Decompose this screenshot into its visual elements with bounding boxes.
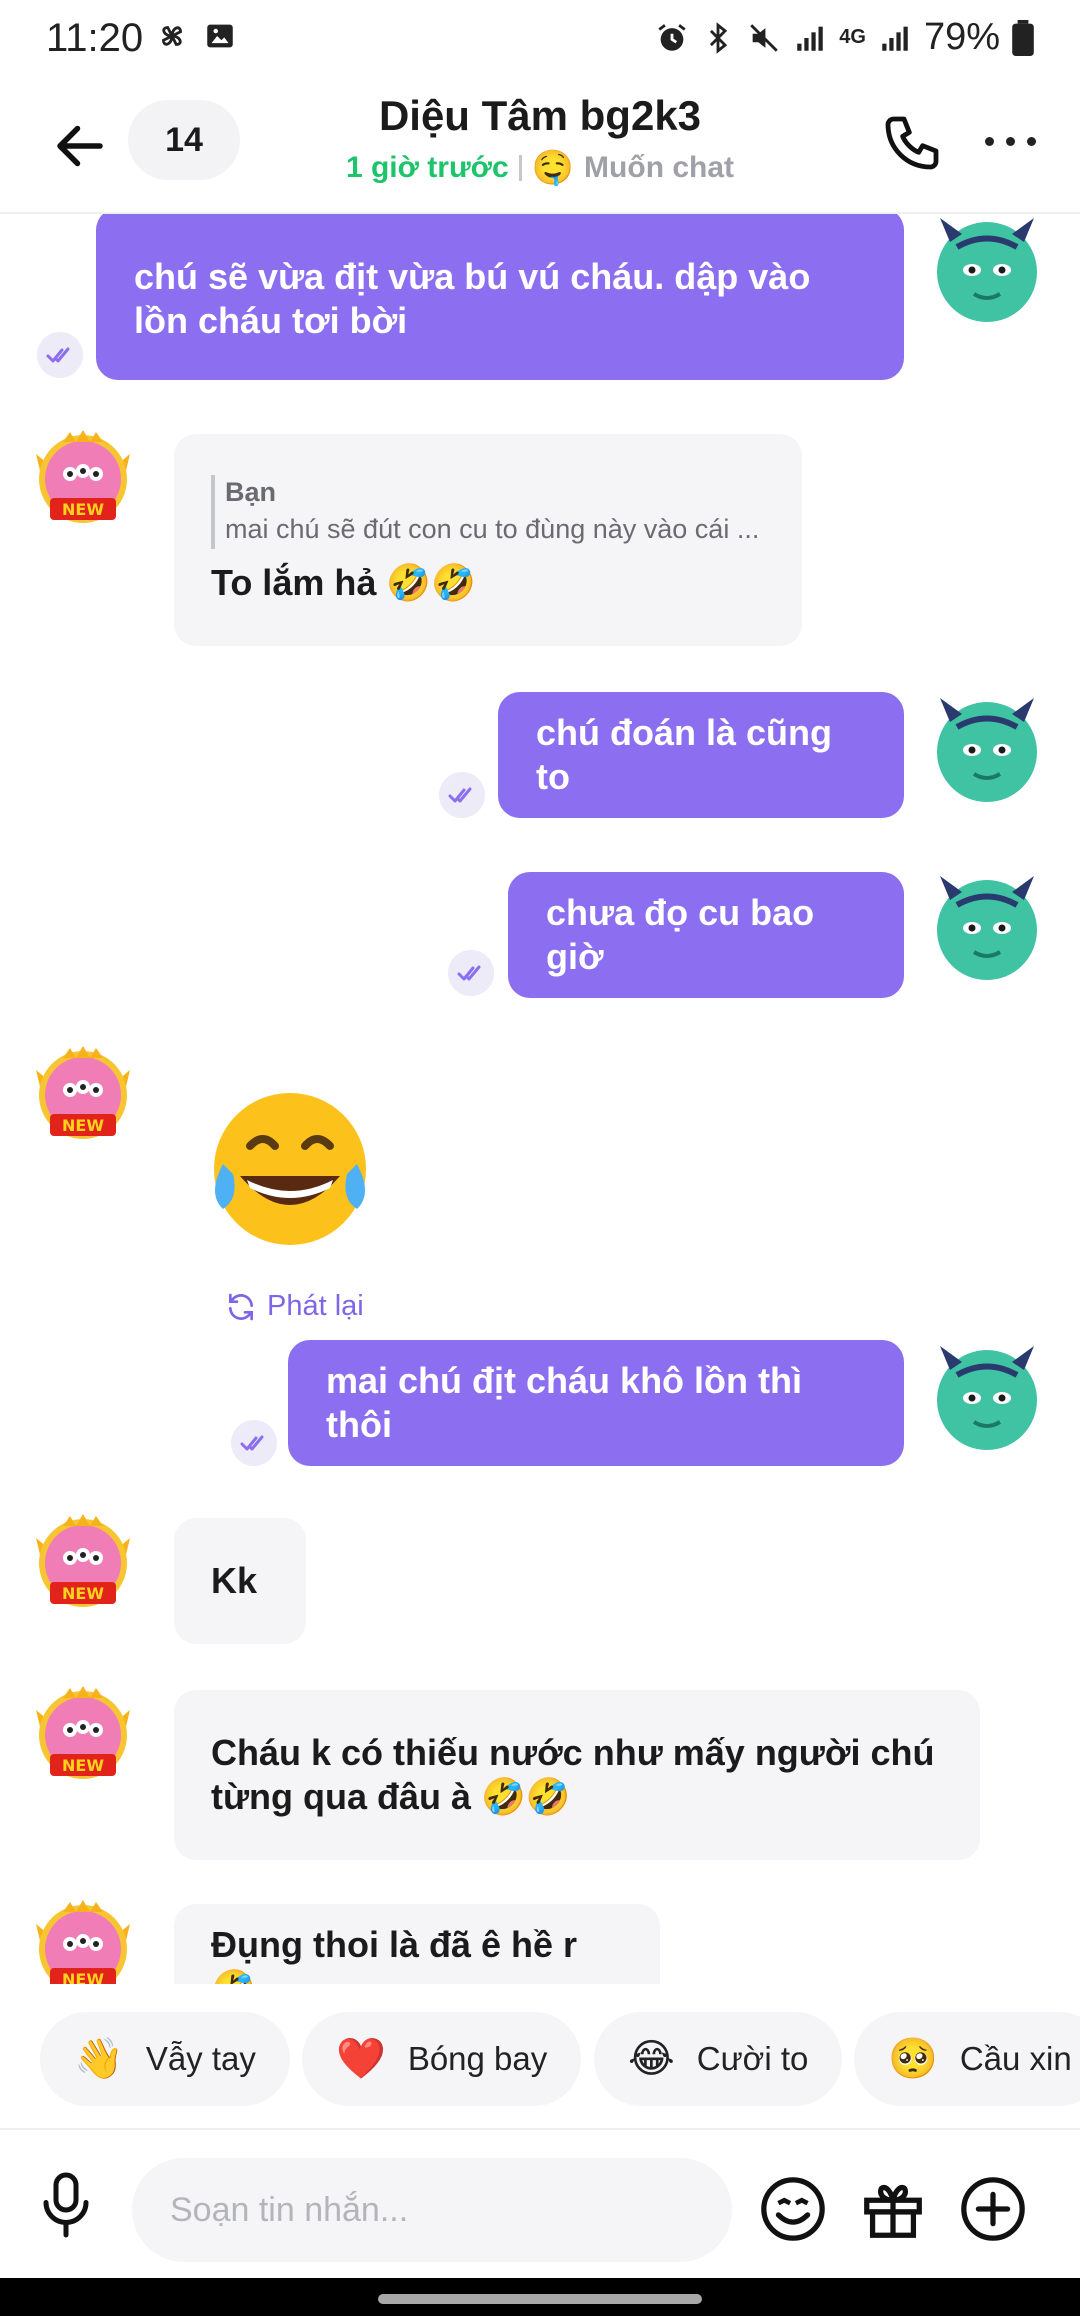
svg-text:NEW: NEW <box>62 1756 104 1775</box>
svg-text:NEW: NEW <box>62 1584 104 1603</box>
monster-avatar-icon[interactable] <box>932 692 1042 802</box>
reply-quote-text: mai chú sẽ đút con cu to đùng này vào cá… <box>225 514 760 544</box>
quick-reply-bar[interactable]: 👋 Vẫy tay ❤️ Bóng bay 😂 Cười to 🥺 Cầu xi… <box>0 2012 1080 2106</box>
mood-text: Muốn chat <box>584 151 735 184</box>
quick-reply-plead[interactable]: 🥺 Cầu xin <box>854 2012 1080 2106</box>
quick-reply-label: Bóng bay <box>407 2040 548 2077</box>
double-check-icon <box>37 332 83 378</box>
status-bar: 11:20 4G 79% <box>0 0 1080 80</box>
network-type: 4G <box>839 26 866 48</box>
bluetooth-icon <box>710 21 728 54</box>
plus-circle-icon[interactable] <box>958 2174 1028 2244</box>
battery-percent: 79% <box>923 16 1000 58</box>
new-user-avatar-icon[interactable]: NEW <box>28 1508 138 1618</box>
waving-hand-icon: 👋 <box>74 2037 124 2081</box>
message-text: To lắm hả 🤣🤣 <box>211 562 477 603</box>
monster-avatar-icon[interactable] <box>932 214 1042 322</box>
double-check-icon <box>231 1420 277 1466</box>
message-list[interactable]: chú sẽ vừa địt vừa bú vú cháu. dập vào l… <box>0 214 1080 1984</box>
message-text: Kk <box>211 1560 258 1601</box>
quick-reply-laugh[interactable]: 😂 Cười to <box>594 2012 843 2106</box>
signal-icon <box>797 26 823 51</box>
new-user-avatar-icon[interactable]: NEW <box>28 1040 138 1150</box>
replay-button[interactable]: Phát lại <box>225 1290 364 1323</box>
refresh-icon <box>229 1293 253 1320</box>
double-check-icon <box>439 772 485 818</box>
laughing-emoji-icon: 😂 <box>628 2037 675 2081</box>
message-bubble-incoming[interactable]: Kk <box>174 1518 306 1644</box>
quick-reply-label: Cười to <box>696 2040 809 2077</box>
laughing-tears-emoji-icon[interactable] <box>205 1084 375 1254</box>
new-user-avatar-icon[interactable]: NEW <box>28 1680 138 1790</box>
replay-label: Phát lại <box>267 1290 364 1322</box>
dot <box>985 136 994 146</box>
more-options-button[interactable] <box>985 126 1045 156</box>
battery-icon <box>1012 19 1034 56</box>
svg-text:NEW: NEW <box>62 1970 104 1984</box>
double-check-icon <box>448 950 494 996</box>
message-composer <box>0 2128 1080 2278</box>
status-time: 11:20 <box>46 16 144 60</box>
message-text: mai chú địt cháu khô lồn thì thôi <box>326 1360 803 1445</box>
smile-icon[interactable] <box>758 2174 828 2244</box>
pinwheel-icon <box>162 26 182 46</box>
mood-emoji: 🤤 <box>531 149 575 187</box>
message-text: chú đoán là cũng to <box>536 712 833 797</box>
dot <box>1027 136 1036 146</box>
phone-icon[interactable] <box>880 108 944 178</box>
message-bubble-outgoing[interactable]: chú đoán là cũng to <box>498 692 904 818</box>
quick-reply-balloon[interactable]: ❤️ Bóng bay <box>302 2012 582 2106</box>
quick-reply-label: Vẫy tay <box>145 2040 256 2077</box>
message-text: Cháu k có thiếu nước như mấy người chú t… <box>211 1732 935 1817</box>
quick-reply-wave[interactable]: 👋 Vẫy tay <box>40 2012 290 2106</box>
signal-icon <box>882 26 908 51</box>
microphone-icon[interactable] <box>36 2170 96 2240</box>
back-arrow-icon[interactable] <box>50 116 110 176</box>
pleading-face-icon: 🥺 <box>888 2037 938 2081</box>
dot <box>1006 136 1015 146</box>
monster-avatar-icon[interactable] <box>932 870 1042 980</box>
contact-info[interactable]: Diệu Tâm bg2k3 1 giờ trước 🤤 Muốn chat <box>260 92 820 188</box>
divider <box>518 155 522 181</box>
new-user-avatar-icon[interactable]: NEW <box>28 1894 138 1984</box>
message-input[interactable] <box>132 2158 732 2262</box>
message-text: Đụng thoi là đã ê hề r 🤣 <box>211 1924 578 1984</box>
gift-icon[interactable] <box>858 2174 928 2244</box>
quick-reply-label: Cầu xin <box>959 2040 1072 2077</box>
monster-avatar-icon[interactable] <box>932 1340 1042 1450</box>
image-icon <box>207 24 233 48</box>
message-text: chưa đọ cu bao giờ <box>546 892 815 977</box>
message-bubble-incoming[interactable]: Bạn mai chú sẽ đút con cu to đùng này và… <box>174 434 802 646</box>
last-seen: 1 giờ trước <box>345 151 509 184</box>
svg-text:NEW: NEW <box>62 1116 104 1135</box>
message-bubble-outgoing[interactable]: chưa đọ cu bao giờ <box>508 872 904 998</box>
message-bubble-incoming[interactable]: Cháu k có thiếu nước như mấy người chú t… <box>174 1690 980 1860</box>
svg-text:NEW: NEW <box>62 500 104 519</box>
message-bubble-incoming[interactable]: Đụng thoi là đã ê hề r 🤣 <box>174 1904 660 1984</box>
heart-icon: ❤️ <box>336 2037 386 2081</box>
unread-count-badge[interactable]: 14 <box>128 100 240 180</box>
message-bubble-outgoing[interactable]: chú sẽ vừa địt vừa bú vú cháu. dập vào l… <box>96 214 904 380</box>
alarm-icon <box>658 23 686 51</box>
home-gesture-handle[interactable] <box>378 2294 702 2304</box>
message-bubble-outgoing[interactable]: mai chú địt cháu khô lồn thì thôi <box>288 1340 904 1466</box>
new-user-avatar-icon[interactable]: NEW <box>28 424 138 534</box>
system-navigation-bar <box>0 2278 1080 2316</box>
mute-icon <box>750 23 779 52</box>
message-text: chú sẽ vừa địt vừa bú vú cháu. dập vào l… <box>134 256 811 341</box>
chat-header: 14 Diệu Tâm bg2k3 1 giờ trước 🤤 Muốn cha… <box>0 80 1080 214</box>
contact-name: Diệu Tâm bg2k3 <box>378 92 702 139</box>
reply-quote[interactable]: Bạn mai chú sẽ đút con cu to đùng này và… <box>211 475 759 549</box>
reply-quote-author: Bạn <box>225 477 277 507</box>
